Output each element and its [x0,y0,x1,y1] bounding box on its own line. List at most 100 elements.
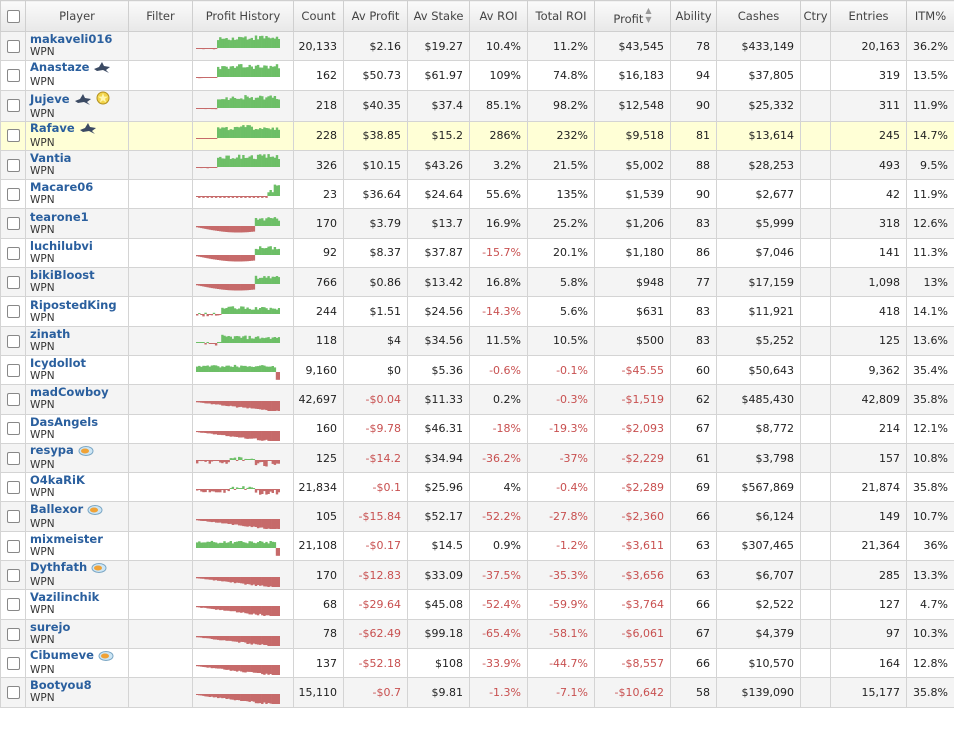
player-name-link[interactable]: resypa [30,444,74,457]
player-name-link[interactable]: Ballexor [30,503,83,516]
row-select-cell[interactable] [0,120,26,151]
row-checkbox[interactable] [6,246,20,260]
filter-cell[interactable] [128,501,193,532]
row-checkbox[interactable] [6,393,20,407]
filter-cell[interactable] [128,179,193,210]
row-checkbox[interactable] [6,627,20,641]
row-select-cell[interactable] [0,89,26,122]
row-select-cell[interactable] [0,30,26,62]
table-row[interactable]: mixmeister WPN 21,108 -$0.17 $14.5 0.9% -1.2% -… [0,530,954,562]
row-select-cell[interactable] [0,267,26,298]
table-row[interactable]: Anastaze WPN 162 $50.73 $61.97 109% 74.8% $16,1… [0,60,954,91]
player-name-link[interactable]: Bootyou8 [30,679,92,693]
row-checkbox[interactable] [6,481,20,495]
col-cashes[interactable]: Cashes [716,0,801,32]
col-profit-history[interactable]: Profit History [192,0,294,32]
table-row[interactable]: Macare06 WPN 23 $36.64 $24.64 55.6% 135% $1,539… [0,179,954,210]
row-checkbox[interactable] [6,158,20,172]
table-row[interactable]: Rafave WPN 228 $38.85 $15.2 286% 232% $9,518 81 $… [0,120,954,151]
row-select-cell[interactable] [0,442,26,474]
filter-cell[interactable] [128,325,193,356]
table-row[interactable]: resypa WPN 125 -$14.2 $34.94 -36.2% -37% -$2,22… [0,442,954,474]
filter-cell[interactable] [128,618,193,649]
table-row[interactable]: O4kaRiK WPN 21,834 -$0.1 $25.96 4% -0.4% -$2,28… [0,472,954,503]
row-checkbox[interactable] [6,568,20,582]
row-checkbox[interactable] [6,129,20,143]
player-name-link[interactable]: Rafave [30,122,75,135]
filter-cell[interactable] [128,442,193,474]
row-select-cell[interactable] [0,296,26,327]
player-name-link[interactable]: Vantia [30,151,71,165]
row-select-cell[interactable] [0,589,26,620]
row-select-cell[interactable] [0,530,26,562]
player-name-link[interactable]: bikiBloost [30,269,95,283]
table-row[interactable]: zinath WPN 118 $4 $34.56 11.5% 10.5% $500 83 $5,2… [0,325,954,356]
row-checkbox[interactable] [6,334,20,348]
filter-cell[interactable] [128,560,193,591]
row-checkbox[interactable] [6,510,20,524]
col-entries[interactable]: Entries [830,0,907,32]
filter-cell[interactable] [128,677,193,708]
row-select-cell[interactable] [0,647,26,679]
row-checkbox[interactable] [6,275,20,289]
col-profit[interactable]: Profit▲ ▼ [594,0,671,32]
select-all-checkbox[interactable] [6,10,20,23]
table-row[interactable]: Cibumeve WPN 137 -$52.18 $108 -33.9% -44.7% -$8… [0,647,954,679]
col-ability[interactable]: Ability [670,0,717,32]
row-checkbox[interactable] [6,422,20,436]
table-row[interactable]: madCowboy WPN 42,697 -$0.04 $11.33 0.2% -0.3% -… [0,384,954,415]
row-checkbox[interactable] [6,656,20,670]
filter-cell[interactable] [128,120,193,151]
row-select-cell[interactable] [0,237,26,269]
player-name-link[interactable]: Dythfath [30,562,87,575]
row-checkbox[interactable] [6,451,20,465]
col-av-stake[interactable]: Av Stake [407,0,470,32]
row-select-cell[interactable] [0,618,26,649]
row-checkbox[interactable] [6,686,20,700]
row-select-cell[interactable] [0,384,26,415]
row-checkbox[interactable] [6,305,20,319]
col-filter[interactable]: Filter [128,0,193,32]
filter-cell[interactable] [128,647,193,679]
sort-icon[interactable]: ▲ ▼ [645,6,651,24]
filter-cell[interactable] [128,384,193,415]
table-row[interactable]: Jujeve WPN 218 $40.35 $37.4 85.1% 98.2% $12,548… [0,89,954,122]
row-checkbox[interactable] [6,188,20,202]
col-itm[interactable]: ITM% [906,0,954,32]
row-checkbox[interactable] [6,39,20,53]
row-select-cell[interactable] [0,208,26,239]
row-select-cell[interactable] [0,60,26,91]
table-row[interactable]: Icydollot WPN 9,160 $0 $5.36 -0.6% -0.1% -$45.5… [0,354,954,386]
row-checkbox[interactable] [6,69,20,83]
filter-cell[interactable] [128,413,193,444]
filter-cell[interactable] [128,267,193,298]
col-count[interactable]: Count [293,0,344,32]
player-name-link[interactable]: Anastaze [30,62,89,75]
col-ctry[interactable]: Ctry [800,0,831,32]
filter-cell[interactable] [128,149,193,181]
row-select-cell[interactable] [0,560,26,591]
table-row[interactable]: RipostedKing WPN 244 $1.51 $24.56 -14.3% 5.6% $… [0,296,954,327]
row-select-cell[interactable] [0,179,26,210]
filter-cell[interactable] [128,296,193,327]
player-name-link[interactable]: DasAngels [30,415,98,429]
row-checkbox[interactable] [6,598,20,612]
row-checkbox[interactable] [6,99,20,113]
row-checkbox[interactable] [6,363,20,377]
col-total-roi[interactable]: Total ROI [527,0,595,32]
player-name-link[interactable]: tearone1 [30,210,89,224]
row-select-cell[interactable] [0,149,26,181]
col-player[interactable]: Player [25,0,129,32]
filter-cell[interactable] [128,60,193,91]
row-select-cell[interactable] [0,677,26,708]
table-row[interactable]: Bootyou8 WPN 15,110 -$0.7 $9.81 -1.3% -7.1% -$1… [0,677,954,708]
table-row[interactable]: Dythfath WPN 170 -$12.83 $33.09 -37.5% -35.3% -… [0,560,954,591]
filter-cell[interactable] [128,589,193,620]
player-name-link[interactable]: Cibumeve [30,649,94,662]
row-checkbox[interactable] [6,539,20,553]
player-name-link[interactable]: O4kaRiK [30,474,85,488]
filter-cell[interactable] [128,530,193,562]
filter-cell[interactable] [128,89,193,122]
player-name-link[interactable]: luchilubvi [30,239,93,253]
table-row[interactable]: DasAngels WPN 160 -$9.78 $46.31 -18% -19.3% -$2… [0,413,954,444]
